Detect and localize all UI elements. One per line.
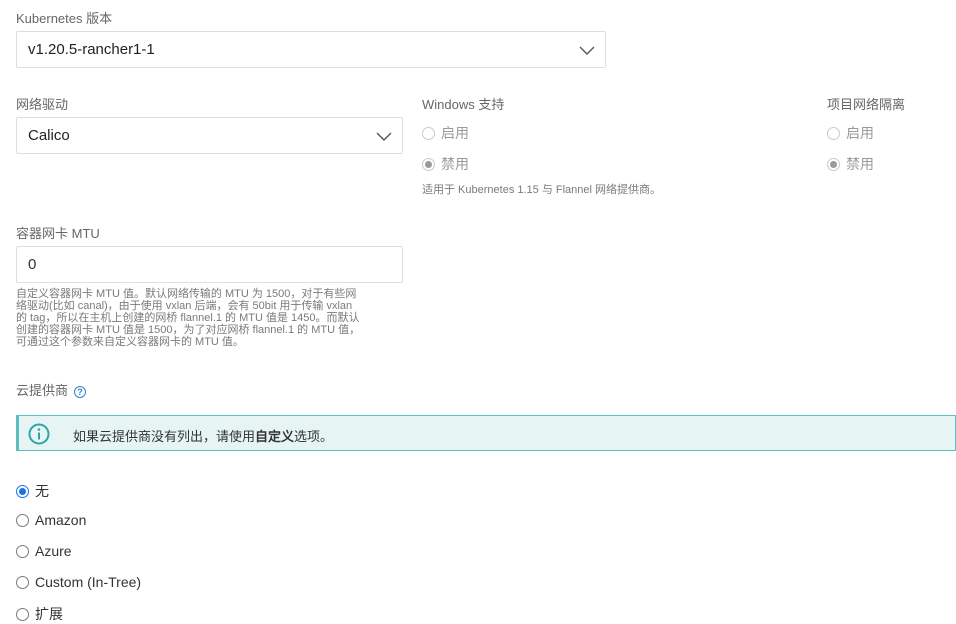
network-isolation-label: 项目网络隔离	[827, 97, 906, 112]
windows-disable-radio[interactable]	[422, 157, 435, 171]
windows-disable-option[interactable]: 禁用	[422, 154, 469, 174]
info-icon	[28, 423, 50, 445]
cloud-provider-heading: 云提供商?	[16, 380, 87, 399]
cloud-option-azure[interactable]: Azure	[16, 543, 72, 559]
windows-disable-label: 禁用	[441, 156, 469, 172]
mtu-help-line: 自定义容器网卡 MTU 值。默认网络传输的 MTU 为 1500，对于有些网	[16, 288, 357, 300]
mtu-label: 容器网卡 MTU	[16, 226, 100, 241]
isolation-enable-option[interactable]: 启用	[827, 123, 874, 143]
cloud-option-custom[interactable]: Custom (In-Tree)	[16, 574, 141, 590]
isolation-disable-radio[interactable]	[827, 157, 840, 171]
cloud-extension-label: 扩展	[35, 606, 63, 622]
cloud-none-radio[interactable]	[16, 484, 29, 498]
cloud-azure-radio[interactable]	[16, 544, 29, 558]
question-circle-icon[interactable]: ?	[74, 386, 87, 398]
cloud-custom-label: Custom (In-Tree)	[35, 574, 142, 590]
cloud-azure-label: Azure	[35, 543, 72, 559]
windows-enable-option[interactable]: 启用	[422, 123, 469, 143]
chevron-down-icon	[376, 132, 392, 141]
cloud-amazon-radio[interactable]	[16, 513, 29, 527]
network-driver-select[interactable]: Calico	[16, 117, 403, 154]
cloud-provider-label: 云提供商	[16, 383, 69, 398]
cloud-option-extension[interactable]: 扩展	[16, 604, 63, 624]
cloud-amazon-label: Amazon	[35, 512, 87, 528]
isolation-disable-label: 禁用	[846, 156, 874, 172]
cloud-none-label: 无	[35, 483, 49, 499]
k8s-version-value: v1.20.5-rancher1-1	[28, 41, 155, 58]
mtu-value: 0	[28, 256, 37, 273]
mtu-help-line: 创建的容器网卡 MTU 值是 1500，为了对应网桥 flannel.1 的 M…	[16, 324, 361, 336]
isolation-enable-label: 启用	[846, 125, 874, 141]
banner-text-after: 选项。	[294, 429, 334, 444]
network-driver-label: 网络驱动	[16, 97, 69, 112]
banner-text-bold: 自定义	[255, 429, 295, 444]
isolation-enable-radio[interactable]	[827, 126, 840, 140]
mtu-help-line: 络驱动(比如 canal)，由于使用 vxlan 后端，会有 50bit 用于传…	[16, 300, 353, 312]
cloud-option-none[interactable]: 无	[16, 481, 49, 501]
windows-help-text: 适用于 Kubernetes 1.15 与 Flannel 网络提供商。	[422, 184, 662, 196]
mtu-help-line: 的 tag，所以在主机上创建的网桥 flannel.1 的 MTU 值是 145…	[16, 312, 360, 324]
cloud-custom-radio[interactable]	[16, 575, 29, 589]
isolation-disable-option[interactable]: 禁用	[827, 154, 874, 174]
windows-enable-label: 启用	[441, 125, 469, 141]
mtu-input[interactable]: 0	[16, 246, 403, 283]
banner-message: 如果云提供商没有列出，请使用自定义选项。	[73, 426, 333, 445]
chevron-down-icon	[579, 46, 595, 55]
windows-support-label: Windows 支持	[422, 97, 505, 112]
k8s-version-label: Kubernetes 版本	[16, 11, 113, 26]
network-driver-value: Calico	[28, 127, 70, 144]
mtu-help-line: 可通过这个参数来自定义容器网卡的 MTU 值。	[16, 336, 244, 348]
windows-enable-radio[interactable]	[422, 126, 435, 140]
cloud-provider-info-banner: 如果云提供商没有列出，请使用自定义选项。	[16, 415, 956, 451]
mtu-help-text: 自定义容器网卡 MTU 值。默认网络传输的 MTU 为 1500，对于有些网 络…	[16, 288, 406, 348]
k8s-version-select[interactable]: v1.20.5-rancher1-1	[16, 31, 606, 68]
banner-text-before: 如果云提供商没有列出，请使用	[73, 429, 256, 444]
cloud-option-amazon[interactable]: Amazon	[16, 512, 86, 528]
